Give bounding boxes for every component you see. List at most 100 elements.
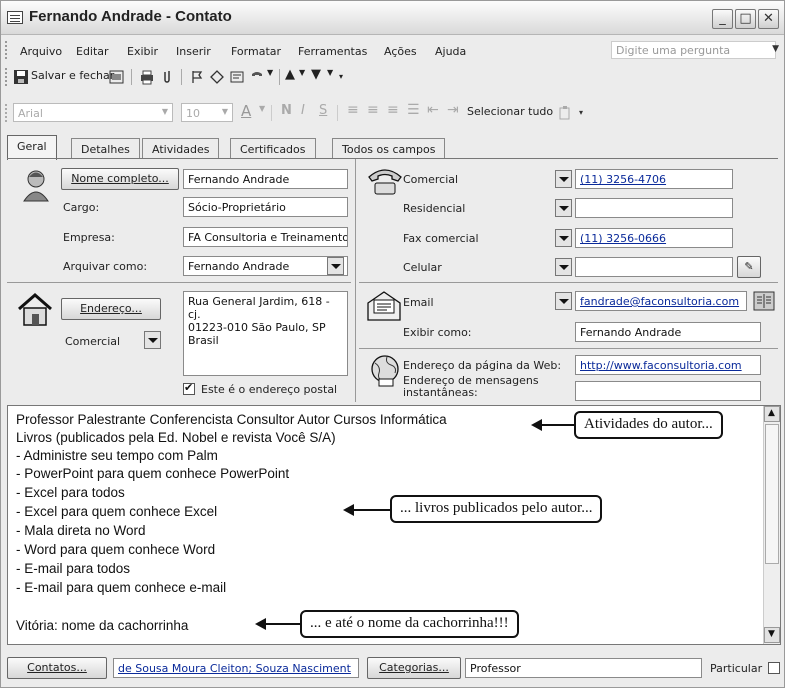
address-button[interactable]: Endereço... <box>61 298 161 320</box>
email-field[interactable]: fandrade@faconsultoria.com <box>575 291 747 311</box>
menu-ferramentas[interactable]: Ferramentas <box>298 45 367 58</box>
toolbar-options-icon[interactable]: ▾ <box>339 72 343 81</box>
bullets-icon[interactable]: ☰ <box>407 102 420 118</box>
toolbar-separator <box>131 69 132 85</box>
im-address-field[interactable] <box>575 381 761 401</box>
tab-todos-os-campos[interactable]: Todos os campos <box>332 138 446 159</box>
align-center-icon[interactable]: ≡ <box>367 102 379 118</box>
full-name-button[interactable]: Nome completo... <box>61 168 179 190</box>
job-title-field[interactable]: Sócio-Proprietário <box>183 197 348 217</box>
font-name-field[interactable]: Arial ▼ <box>13 103 173 122</box>
previous-dropdown-icon[interactable]: ▼ <box>299 68 305 77</box>
select-all-button[interactable]: Selecionar tudo <box>467 105 553 118</box>
chevron-down-icon[interactable]: ▼ <box>162 107 168 116</box>
display-as-field[interactable]: Fernando Andrade <box>575 322 761 342</box>
call-dropdown-arrow-icon[interactable]: ▼ <box>267 68 273 77</box>
phone-type-dropdown-3[interactable] <box>555 229 572 247</box>
address-line-3: Brasil <box>188 334 219 347</box>
menu-arquivo[interactable]: Arquivo <box>20 45 62 58</box>
phone-field-comercial[interactable]: (11) 3256-4706 <box>575 169 733 189</box>
phone-type-dropdown-4[interactable] <box>555 258 572 276</box>
font-size-field[interactable]: 10 ▼ <box>181 103 233 122</box>
address-field[interactable]: Rua General Jardim, 618 - cj. 01223-010 … <box>183 291 348 376</box>
next-dropdown-icon[interactable]: ▼ <box>327 68 333 77</box>
phone-field-residencial[interactable] <box>575 198 733 218</box>
address-type-dropdown[interactable] <box>144 331 161 349</box>
font-color-dropdown-icon[interactable]: ▼ <box>259 104 265 113</box>
email-type-dropdown[interactable] <box>555 292 572 310</box>
italic-icon[interactable]: I <box>301 103 305 118</box>
menu-editar[interactable]: Editar <box>76 45 109 58</box>
phone-field-celular[interactable] <box>575 257 733 277</box>
notes-line-2: Livros (publicados pela Ed. Nobel e revi… <box>16 430 336 445</box>
tab-geral[interactable]: Geral <box>7 135 57 160</box>
menu-inserir[interactable]: Inserir <box>176 45 211 58</box>
display-map-icon[interactable] <box>229 69 245 85</box>
job-title-label: Cargo: <box>63 201 100 214</box>
contacts-field[interactable]: de Sousa Moura Cleiton; Souza Nasciment <box>113 658 359 678</box>
menu-acoes[interactable]: Ações <box>384 45 417 58</box>
maximize-button[interactable]: □ <box>735 9 756 29</box>
notes-scrollbar[interactable]: ▲ ▼ <box>763 406 780 644</box>
chevron-down-icon[interactable]: ▼ <box>222 107 228 116</box>
categories-button[interactable]: Categorias... <box>367 657 461 679</box>
file-as-label: Arquivar como: <box>63 260 148 273</box>
private-label: Particular <box>710 662 763 675</box>
notes-line-9: - E-mail para todos <box>16 561 131 576</box>
decrease-indent-icon[interactable]: ⇤ <box>427 102 439 118</box>
align-left-icon[interactable]: ≡ <box>347 102 359 118</box>
call-contact-icon[interactable] <box>249 69 265 85</box>
ask-question-placeholder: Digite uma pergunta <box>616 44 731 57</box>
align-right-icon[interactable]: ≡ <box>387 102 399 118</box>
private-checkbox[interactable] <box>768 662 780 674</box>
phone-type-dropdown-1[interactable] <box>555 170 572 188</box>
bold-icon[interactable]: N <box>281 103 292 118</box>
minimize-button[interactable]: _ <box>712 9 733 29</box>
company-field[interactable]: FA Consultoria e Treinamento <box>183 227 348 247</box>
menu-formatar[interactable]: Formatar <box>231 45 281 58</box>
menu-ajuda[interactable]: Ajuda <box>435 45 466 58</box>
print-icon[interactable] <box>139 69 155 85</box>
notes-area[interactable]: Professor Palestrante Conferencista Cons… <box>7 405 781 645</box>
categories-icon[interactable] <box>209 69 225 85</box>
next-item-icon[interactable]: ▼ <box>311 67 321 82</box>
follow-up-flag-icon[interactable] <box>189 69 205 85</box>
save-and-close-button[interactable]: Salvar e fechar <box>31 69 114 82</box>
edit-pencil-icon[interactable]: ✎ <box>737 256 761 278</box>
tab-detalhes[interactable]: Detalhes <box>71 138 140 159</box>
callout-dog: ... e até o nome da cachorrinha!!! <box>300 610 519 638</box>
toolbar-separator <box>181 69 182 85</box>
file-as-field[interactable]: Fernando Andrade <box>183 256 348 276</box>
tab-certificados[interactable]: Certificados <box>230 138 316 159</box>
file-as-dropdown[interactable] <box>327 257 344 275</box>
paste-icon[interactable] <box>557 105 573 121</box>
scroll-thumb[interactable] <box>765 424 779 564</box>
scroll-up-icon[interactable]: ▲ <box>764 406 780 422</box>
increase-indent-icon[interactable]: ⇥ <box>447 102 459 118</box>
full-name-field[interactable]: Fernando Andrade <box>183 169 348 189</box>
address-book-icon[interactable] <box>753 291 775 311</box>
phone-type-dropdown-2[interactable] <box>555 199 572 217</box>
tab-atividades[interactable]: Atividades <box>142 138 220 159</box>
font-color-icon[interactable]: A <box>241 102 251 120</box>
toolbar-options-icon[interactable]: ▾ <box>579 108 583 117</box>
attach-icon[interactable] <box>159 69 175 85</box>
menu-exibir[interactable]: Exibir <box>127 45 158 58</box>
menu-grip <box>5 41 8 59</box>
notes-line-1: Professor Palestrante Conferencista Cons… <box>16 412 447 427</box>
save-as-icon[interactable] <box>109 69 125 85</box>
web-page-field[interactable]: http://www.faconsultoria.com <box>575 355 761 375</box>
close-button[interactable]: ✕ <box>758 9 779 29</box>
underline-icon[interactable]: S <box>319 103 327 118</box>
previous-item-icon[interactable]: ▲ <box>285 67 295 82</box>
chevron-down-icon[interactable]: ▼ <box>772 44 779 54</box>
categories-button-label: Categorias... <box>379 661 449 674</box>
mailing-address-checkbox[interactable] <box>183 381 195 395</box>
phone-field-fax[interactable]: (11) 3256-0666 <box>575 228 733 248</box>
categories-field[interactable]: Professor <box>465 658 702 678</box>
toolbar-grip <box>5 104 8 122</box>
contacts-button[interactable]: Contatos... <box>7 657 107 679</box>
scroll-down-icon[interactable]: ▼ <box>764 627 780 643</box>
ask-question-box[interactable]: Digite uma pergunta ▼ <box>611 41 779 59</box>
save-icon[interactable] <box>13 69 29 85</box>
